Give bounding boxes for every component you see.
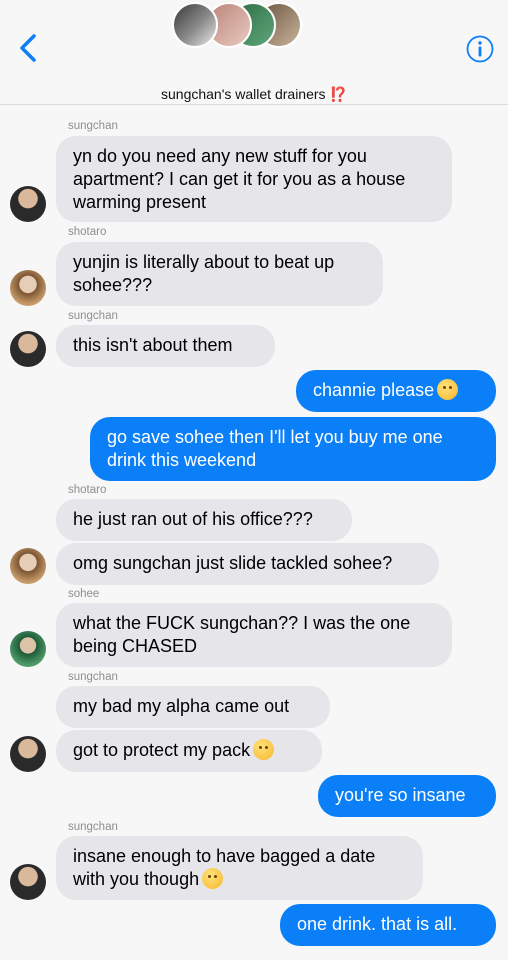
group-name: sungchan's wallet drainers	[161, 86, 326, 102]
sender-label: sungchan	[68, 120, 118, 132]
message-line: insane enough to have bagged a date	[73, 846, 376, 866]
message-line: warming present	[73, 192, 207, 212]
message-bubble[interactable]: my bad my alpha came out	[56, 686, 330, 728]
avatar[interactable]	[10, 631, 46, 667]
message-bubble[interactable]: go save sohee then I'll let you buy me o…	[90, 417, 496, 481]
message-line: yunjin is literally about to beat up	[73, 252, 335, 272]
message-line: got to protect my pack	[73, 740, 251, 760]
message-bubble[interactable]: this isn't about them	[56, 325, 275, 367]
message-line: my bad my alpha came out	[73, 696, 290, 716]
chevron-left-icon[interactable]	[14, 30, 44, 66]
message-line: being CHASED	[73, 636, 198, 656]
sender-label: sungchan	[68, 821, 118, 833]
kissing-emoji-icon	[202, 868, 224, 889]
avatar[interactable]	[10, 331, 46, 367]
avatar[interactable]	[10, 736, 46, 772]
pensive-emoji-icon	[253, 739, 275, 760]
message-line: apartment? I can get it for you as a hou…	[73, 169, 406, 189]
message-line: sohee???	[73, 275, 153, 295]
group-avatars[interactable]	[172, 0, 308, 52]
group-avatar	[172, 2, 218, 48]
avatar[interactable]	[10, 270, 46, 306]
message-list: sungchan yn do you need any new stuff fo…	[0, 104, 508, 960]
sender-label: shotaro	[68, 226, 107, 238]
crying-emoji-icon	[437, 379, 459, 400]
sender-label: sohee	[68, 588, 100, 600]
message-line: yn do you need any new stuff for you	[73, 146, 367, 166]
message-bubble[interactable]: what the FUCK sungchan?? I was the one b…	[56, 603, 452, 667]
avatar[interactable]	[10, 548, 46, 584]
message-bubble[interactable]: channie please	[296, 370, 496, 412]
message-line: with you though	[73, 869, 200, 889]
message-line: one drink. that is all.	[297, 914, 458, 934]
sender-label: shotaro	[68, 484, 107, 496]
avatar[interactable]	[10, 186, 46, 222]
message-bubble[interactable]: he just ran out of his office???	[56, 499, 352, 541]
page-title: sungchan's wallet drainers ⁉️	[0, 86, 508, 103]
sender-label: sungchan	[68, 671, 118, 683]
message-line: what the FUCK sungchan?? I was the one	[73, 613, 411, 633]
info-icon[interactable]	[466, 35, 494, 63]
interrobang-icon: ⁉️	[329, 86, 347, 102]
message-bubble[interactable]: insane enough to have bagged a date with…	[56, 836, 423, 900]
message-line: go save sohee then I'll let you buy me o…	[107, 427, 443, 447]
message-bubble[interactable]: yn do you need any new stuff for you apa…	[56, 136, 452, 222]
message-bubble[interactable]: one drink. that is all.	[280, 904, 496, 946]
message-line: this isn't about them	[73, 335, 233, 355]
message-line: you're so insane	[335, 785, 466, 805]
message-bubble[interactable]: omg sungchan just slide tackled sohee?	[56, 543, 439, 585]
message-line: channie please	[313, 380, 435, 400]
message-line: he just ran out of his office???	[73, 509, 313, 529]
message-line: drink this weekend	[107, 450, 257, 470]
message-line: omg sungchan just slide tackled sohee?	[73, 553, 393, 573]
message-bubble[interactable]: you're so insane	[318, 775, 496, 817]
message-bubble[interactable]: got to protect my pack	[56, 730, 322, 772]
sender-label: sungchan	[68, 310, 118, 322]
chat-header: sungchan's wallet drainers ⁉️	[0, 0, 508, 105]
avatar[interactable]	[10, 864, 46, 900]
message-bubble[interactable]: yunjin is literally about to beat up soh…	[56, 242, 383, 306]
